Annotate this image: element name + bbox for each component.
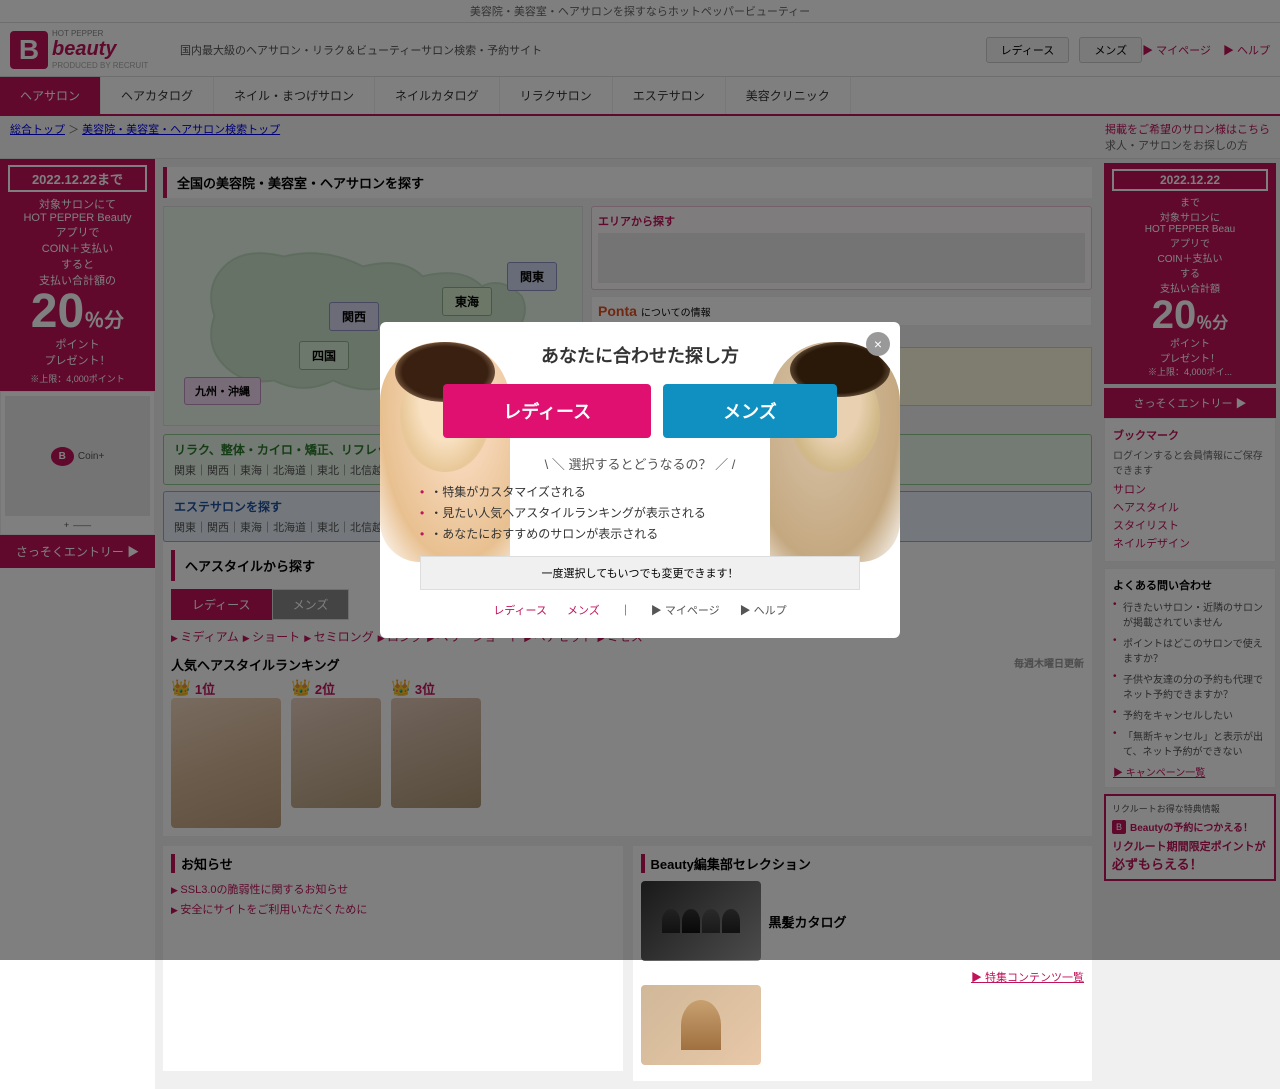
modal-arrow-text: ＼ 選択するとどうなるの？ ／ xyxy=(400,454,880,473)
modal-link-ladies[interactable]: レディース xyxy=(493,602,547,618)
modal-change-notice: 一度選択してもいつでも変更できます！ xyxy=(420,556,860,590)
beauty-card-img-2[interactable] xyxy=(641,985,761,1065)
beauty-card-2 xyxy=(641,985,1085,1065)
modal: × あなたに合わせた探し方 レディース メンズ ＼ 選択するとどうなるの？ ／ … xyxy=(380,322,900,638)
modal-center-content: あなたに合わせた探し方 レディース メンズ ＼ 選択するとどうなるの？ ／ ・特… xyxy=(400,342,880,618)
beauty-more-link: ▶ 特集コンテンツ一覧 xyxy=(641,969,1085,985)
modal-ladies-button[interactable]: レディース xyxy=(443,384,651,438)
modal-benefits: ・特集がカスタマイズされる ・見たい人気ヘアスタイルランキングが表示される ・あ… xyxy=(420,483,860,542)
modal-link-mypage[interactable]: ▶ マイページ xyxy=(651,602,720,618)
modal-overlay[interactable]: × あなたに合わせた探し方 レディース メンズ ＼ 選択するとどうなるの？ ／ … xyxy=(0,0,1280,960)
modal-bottom-links: レディース メンズ ｜ ▶ マイページ ▶ ヘルプ xyxy=(400,602,880,618)
benefit-3: ・あなたにおすすめのサロンが表示される xyxy=(420,525,860,542)
modal-gender-buttons: レディース メンズ xyxy=(400,384,880,438)
modal-close-button[interactable]: × xyxy=(866,332,890,356)
modal-link-help[interactable]: ▶ ヘルプ xyxy=(740,602,787,618)
modal-title: あなたに合わせた探し方 xyxy=(400,342,880,368)
benefit-1: ・特集がカスタマイズされる xyxy=(420,483,860,500)
modal-mens-button[interactable]: メンズ xyxy=(663,384,837,438)
benefit-2: ・見たい人気ヘアスタイルランキングが表示される xyxy=(420,504,860,521)
modal-link-mens[interactable]: メンズ xyxy=(567,602,600,618)
